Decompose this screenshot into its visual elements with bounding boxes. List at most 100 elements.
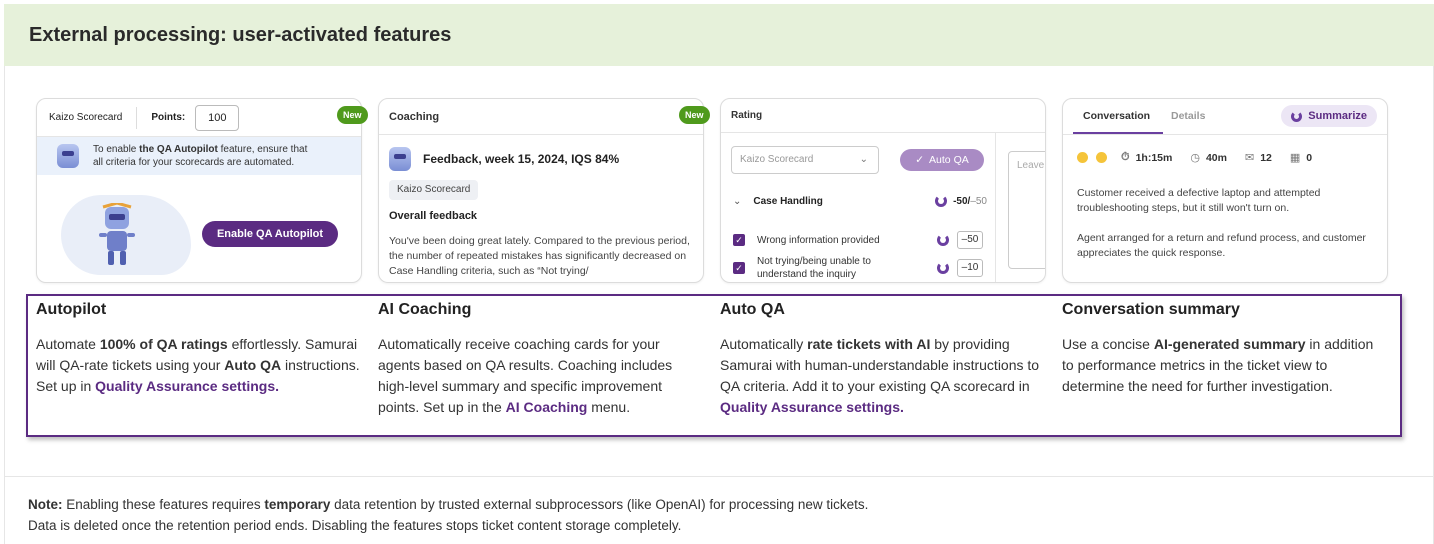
note-line2: Data is deleted once the retention perio…: [28, 518, 682, 533]
duration-metric: ⏱ 1h:15m: [1121, 151, 1172, 164]
chat-icon: ✉: [1244, 152, 1255, 164]
samurai-illustration-icon: [99, 203, 135, 265]
messages-value: 12: [1260, 151, 1272, 164]
new-badge: New: [337, 106, 368, 124]
divider: [995, 133, 996, 282]
ticket-metrics: ⏱ 1h:15m ◷ 40m ✉ 12 ▦ 0: [1077, 151, 1330, 164]
samurai-robot-icon: [389, 147, 411, 171]
summarize-button[interactable]: Summarize: [1281, 105, 1377, 127]
comment-input[interactable]: Leave: [1008, 151, 1045, 269]
points-label: Points:: [151, 112, 186, 123]
criterion-score: –50: [937, 231, 983, 249]
scorecard-name: Kaizo Scorecard: [49, 112, 123, 123]
divider: [136, 106, 138, 129]
text: Automatically: [720, 336, 808, 352]
criterion-label: Wrong information provided: [757, 234, 880, 246]
case-handling-section[interactable]: ⌄ Case Handling -50/–50: [733, 195, 987, 207]
divider: [4, 476, 1434, 477]
feature-title: Conversation summary: [1062, 301, 1240, 318]
scorecard-select[interactable]: Kaizo Scorecard ⌄: [731, 146, 879, 174]
rating-card-title: Rating: [721, 99, 1045, 133]
text: data retention by trusted external subpr…: [330, 497, 869, 512]
section-label: Case Handling: [753, 195, 823, 207]
criterion-score-input[interactable]: –10: [957, 259, 983, 277]
page-title: External processing: user-activated feat…: [29, 24, 452, 46]
criterion-score-input[interactable]: –50: [957, 231, 983, 249]
samurai-swirl-icon: [937, 262, 949, 274]
criterion-checkbox[interactable]: ✓: [733, 234, 745, 246]
text: menu.: [587, 399, 631, 415]
samurai-swirl-icon: [937, 234, 949, 246]
auto-qa-button[interactable]: ✓ Auto QA: [900, 149, 984, 171]
smiley-icon: [1077, 152, 1088, 163]
smiley-icon: [1096, 152, 1107, 163]
inbox-metric: ▦ 0: [1289, 151, 1313, 165]
conversation-preview-card: Conversation Details Summarize ⏱ 1h:15m ◷…: [1062, 98, 1388, 283]
feature-auto-qa: Auto QA Automatically rate tickets with …: [720, 301, 1046, 418]
coaching-card-title: Coaching: [379, 99, 703, 135]
feedback-heading: Feedback, week 15, 2024, IQS 84%: [389, 147, 619, 171]
active-tab-indicator: [1073, 132, 1163, 134]
bold-text: AI-generated summary: [1153, 336, 1306, 352]
summarize-label: Summarize: [1308, 110, 1367, 122]
section-score-max: –50: [970, 195, 987, 207]
scorecard-bar: Kaizo Scorecard Points: 100: [37, 99, 361, 137]
chevron-down-icon: ⌄: [733, 195, 742, 207]
tab-conversation[interactable]: Conversation: [1083, 110, 1150, 122]
section-score-value: -50/: [953, 195, 971, 207]
inbox-value: 0: [1306, 151, 1313, 164]
bold-text: Auto QA: [224, 357, 282, 373]
info-bold: the QA Autopilot: [139, 144, 218, 155]
criterion-label: Not trying/being unable to understand th…: [757, 256, 871, 280]
text: Use a concise: [1062, 336, 1154, 352]
retention-note: Note: Enabling these features requires t…: [28, 494, 868, 536]
criterion-checkbox[interactable]: ✓: [733, 262, 745, 274]
bold-text: rate tickets with AI: [807, 336, 931, 352]
criterion-row: ✓ Wrong information provided –50: [733, 231, 983, 249]
ai-coaching-link[interactable]: AI Coaching: [506, 399, 588, 415]
feature-description: Automate 100% of QA ratings effortlessly…: [36, 334, 362, 397]
autopilot-preview-card: Kaizo Scorecard Points: 100 To enable th…: [36, 98, 362, 283]
new-badge: New: [679, 106, 710, 124]
time-metric: ◷ 40m: [1190, 151, 1227, 165]
summary-paragraph: Customer received a defective laptop and…: [1077, 187, 1321, 214]
quality-assurance-settings-link[interactable]: Quality Assurance settings.: [95, 378, 279, 394]
text: Enabling these features requires: [62, 497, 265, 512]
samurai-swirl-icon: [1291, 110, 1303, 122]
feedback-title: Feedback, week 15, 2024, IQS 84%: [423, 152, 620, 166]
points-input[interactable]: 100: [195, 104, 240, 131]
feedback-body: You've been doing great lately. Compared…: [389, 235, 690, 277]
bold-text: temporary: [264, 497, 331, 512]
stopwatch-icon: ⏱: [1121, 151, 1130, 163]
chevron-down-icon: ⌄: [859, 154, 868, 165]
autopilot-info-banner: To enable the QA Autopilot feature, ensu…: [37, 137, 361, 175]
info-line2: all criteria for your scorecards are aut…: [93, 157, 295, 168]
duration-value: 1h:15m: [1135, 151, 1173, 164]
check-icon: ✓: [915, 154, 925, 166]
time-value: 40m: [1205, 151, 1227, 164]
conversation-tabs: Conversation Details Summarize: [1063, 99, 1387, 135]
criterion-row: ✓ Not trying/being unable to understand …: [733, 255, 983, 281]
text: Automate: [36, 336, 100, 352]
feature-description: Automatically receive coaching cards for…: [378, 334, 704, 418]
section-score: -50/–50: [935, 195, 987, 207]
samurai-swirl-icon: [935, 195, 948, 207]
overall-feedback-label: Overall feedback: [389, 210, 478, 222]
quality-assurance-settings-link[interactable]: Quality Assurance settings.: [720, 399, 904, 415]
feature-description: Automatically rate tickets with AI by pr…: [720, 334, 1046, 418]
tab-details[interactable]: Details: [1171, 110, 1205, 122]
feature-autopilot: Autopilot Automate 100% of QA ratings ef…: [36, 301, 362, 397]
feature-title: Auto QA: [720, 301, 785, 318]
samurai-robot-icon: [57, 144, 79, 168]
scorecard-tag: Kaizo Scorecard: [389, 180, 479, 200]
scorecard-select-value: Kaizo Scorecard: [740, 154, 814, 165]
messages-metric: ✉ 12: [1244, 151, 1272, 165]
feature-conversation-summary: Conversation summary Use a concise AI-ge…: [1062, 301, 1388, 397]
note-label: Note:: [28, 497, 63, 512]
coaching-preview-card: Coaching Feedback, week 15, 2024, IQS 84…: [378, 98, 704, 283]
info-prefix: To enable: [93, 144, 140, 155]
enable-qa-autopilot-button[interactable]: Enable QA Autopilot: [202, 221, 338, 247]
inbox-icon: ▦: [1289, 152, 1301, 164]
clock-icon: ◷: [1190, 152, 1200, 164]
feature-title: Autopilot: [36, 301, 107, 318]
